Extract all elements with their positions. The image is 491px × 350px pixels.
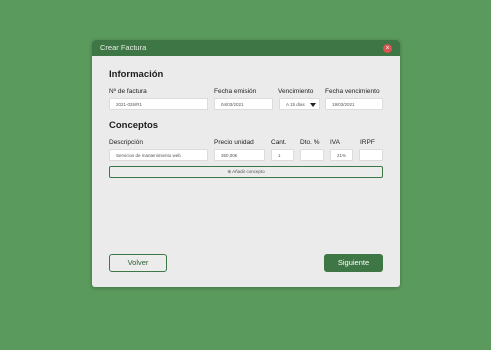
fecha-vencimiento-input[interactable]: 19/03/2021	[325, 98, 383, 110]
informacion-heading: Información	[109, 69, 164, 80]
crear-factura-modal: Crear Factura × Información Nº de factur…	[92, 40, 400, 287]
fecha-emision-label: Fecha emisión	[214, 88, 257, 95]
cantidad-label: Cant.	[271, 139, 287, 146]
descripcion-label: Descripción	[109, 139, 143, 146]
irpf-label: IRPF	[360, 139, 375, 146]
cantidad-input[interactable]: 1	[271, 149, 294, 161]
back-button[interactable]: Volver	[109, 254, 167, 272]
add-concepto-button[interactable]: ⊕ Añadir concepto	[109, 166, 383, 178]
iva-label: IVA	[330, 139, 340, 146]
numero-factura-input[interactable]: 2021-026/R1	[109, 98, 208, 110]
fecha-emision-input[interactable]: 04/03/2021	[214, 98, 273, 110]
close-icon[interactable]: ×	[383, 44, 392, 53]
irpf-input[interactable]	[359, 149, 383, 161]
conceptos-heading: Conceptos	[109, 120, 159, 131]
numero-factura-label: Nº de factura	[109, 88, 147, 95]
next-button[interactable]: Siguiente	[324, 254, 383, 272]
descripcion-input[interactable]: Servicios de mantenimiento web	[109, 149, 208, 161]
descuento-label: Dto. %	[300, 139, 320, 146]
vencimiento-select[interactable]: A 15 días	[279, 98, 320, 110]
chevron-down-icon	[310, 103, 316, 107]
vencimiento-label: Vencimiento	[278, 88, 314, 95]
fecha-vencimiento-label: Fecha vencimiento	[325, 88, 380, 95]
modal-titlebar: Crear Factura ×	[92, 40, 400, 56]
descuento-input[interactable]	[300, 149, 324, 161]
precio-unidad-label: Precio unidad	[214, 139, 254, 146]
modal-title: Crear Factura	[100, 43, 147, 52]
precio-unidad-input[interactable]: 350,00€	[214, 149, 265, 161]
vencimiento-selected-value: A 15 días	[286, 102, 305, 107]
iva-input[interactable]: 21%	[330, 149, 353, 161]
